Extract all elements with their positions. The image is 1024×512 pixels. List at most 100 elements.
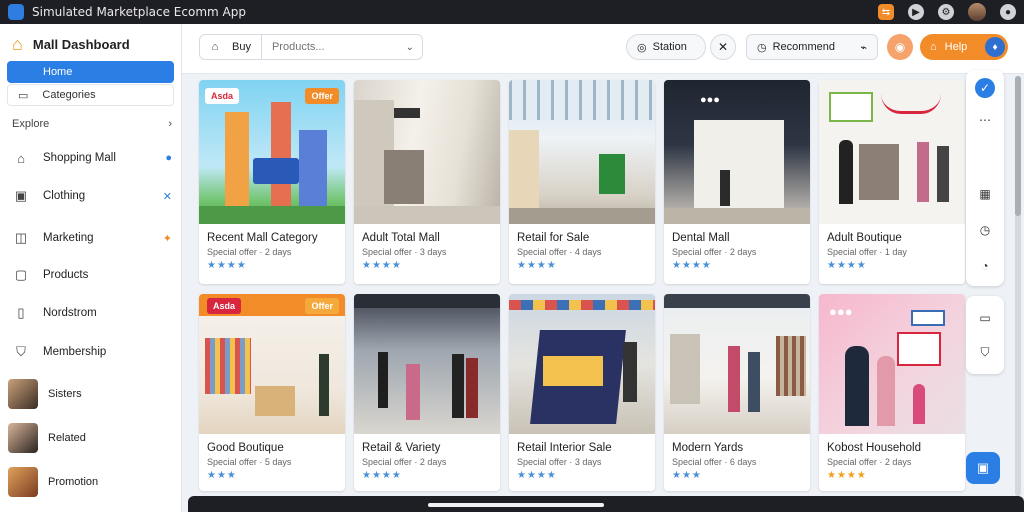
home-indicator[interactable] xyxy=(428,503,604,507)
user-avatar[interactable] xyxy=(968,3,986,21)
avatar xyxy=(8,379,38,409)
timer-icon[interactable]: ◷ xyxy=(975,220,995,240)
sidebar-item-home[interactable]: Home xyxy=(7,61,174,83)
product-card[interactable]: ●●● Dental Mall Special offer · 2 days ★… xyxy=(664,80,810,284)
more-icon[interactable]: ⋯ xyxy=(975,110,995,130)
product-card[interactable]: Adult Total Mall Special offer · 3 days … xyxy=(354,80,500,284)
product-image xyxy=(354,294,500,434)
card-title: Retail for Sale xyxy=(517,232,590,244)
folder-icon: ▭ xyxy=(18,89,29,102)
right-rail: ✓ ⋯ ▦ ◷ ◔ xyxy=(966,70,1004,286)
card-subtitle: Special offer · 2 days xyxy=(207,247,292,257)
rating-stars: ★★★★ xyxy=(672,260,712,271)
notification-icon[interactable]: ⇆ xyxy=(878,4,894,20)
chat-icon[interactable]: ◔ xyxy=(975,256,995,276)
product-card[interactable]: Asda Offer Recent Mall Category Special … xyxy=(199,80,345,284)
search-bar[interactable]: ⌂ Buy ⌄ xyxy=(199,34,423,60)
offer-tag: Offer xyxy=(305,88,339,104)
card-title: Good Boutique xyxy=(207,442,284,454)
cart-button[interactable]: ▣ xyxy=(966,452,1000,484)
sidebar-person-item[interactable]: Related xyxy=(8,422,174,454)
sidebar-item-shopping-mall[interactable]: ⌂ Shopping Mall ● xyxy=(12,146,172,170)
sidebar-item-marketing[interactable]: ◫ Marketing ✦ xyxy=(12,226,172,250)
bottom-bar xyxy=(188,496,1024,512)
sidebar-item-label: Categories xyxy=(42,89,96,101)
search-input[interactable] xyxy=(271,41,402,53)
rating-stars: ★★★★ xyxy=(827,470,867,481)
chevron-down-icon[interactable]: ⌄ xyxy=(406,42,414,53)
card-title: Modern Yards xyxy=(672,442,744,454)
search-scope[interactable]: Buy xyxy=(226,35,262,59)
rating-stars: ★★★★ xyxy=(362,260,402,271)
person-label: Promotion xyxy=(48,476,99,488)
person-label: Sisters xyxy=(48,388,82,400)
sidebar-section-header[interactable]: Explore › xyxy=(12,118,172,130)
scrollbar-thumb[interactable] xyxy=(1015,76,1021,216)
sidebar-person-item[interactable]: Sisters xyxy=(8,378,174,410)
sidebar-person-item[interactable]: Promotion xyxy=(8,466,174,498)
bag-icon: ⌂ xyxy=(930,41,937,53)
top-toolbar: ⌂ Buy ⌄ ◎ Station ✕ ◷ Recommend ⌁ ◉ ⌂ He… xyxy=(182,24,1024,74)
rating-stars: ★★★★ xyxy=(517,470,557,481)
clock-icon: ◷ xyxy=(757,41,767,54)
account-icon[interactable]: ● xyxy=(1000,4,1016,20)
product-card[interactable]: Retail for Sale Special offer · 4 days ★… xyxy=(509,80,655,284)
megaphone-icon: ◫ xyxy=(14,230,28,245)
alert-icon[interactable]: ◉ xyxy=(887,34,913,60)
link-icon: ✕ xyxy=(162,190,172,203)
card-subtitle: Special offer · 3 days xyxy=(362,247,447,257)
star-badge-icon: ✦ xyxy=(162,232,172,245)
product-card[interactable]: Adult Boutique Special offer · 1 day ★★★… xyxy=(819,80,965,284)
tools-icon[interactable]: ✕ xyxy=(710,34,736,60)
brand-tag: Asda xyxy=(207,298,242,314)
product-card[interactable]: Asda Offer Good Boutique Special offer ·… xyxy=(199,294,345,491)
sidebar-item-products[interactable]: ▢ Products xyxy=(12,263,172,287)
card-title: Recent Mall Category xyxy=(207,232,318,244)
brand[interactable]: ⌂ Mall Dashboard xyxy=(12,34,130,55)
product-card[interactable]: Retail & Variety Special offer · 2 days … xyxy=(354,294,500,491)
sidebar-item-label: Products xyxy=(43,269,89,281)
scrollbar[interactable] xyxy=(1015,76,1021,496)
shield-icon: ⛉ xyxy=(16,344,26,359)
card-subtitle: Special offer · 2 days xyxy=(362,457,447,467)
avatar xyxy=(8,423,38,453)
sidebar-item-clothing[interactable]: ▣ Clothing ✕ xyxy=(12,184,172,208)
settings-icon[interactable]: ⚙ xyxy=(938,4,954,20)
title-bar: Simulated Marketplace Ecomm App ⇆ ▶ ⚙ ● xyxy=(0,0,1024,24)
card-subtitle: Special offer · 5 days xyxy=(207,457,292,467)
product-grid: Asda Offer Recent Mall Category Special … xyxy=(199,80,967,492)
card-title: Kobost Household xyxy=(827,442,921,454)
mic-icon[interactable]: ♦ xyxy=(985,37,1005,57)
shirt-icon: ▣ xyxy=(14,188,28,203)
info-icon: ● xyxy=(165,152,172,164)
check-icon[interactable]: ✓ xyxy=(975,78,995,98)
product-card[interactable]: ●●● Kobost Household Special offer · 2 d… xyxy=(819,294,965,491)
window-title: Simulated Marketplace Ecomm App xyxy=(32,5,246,19)
note-icon[interactable]: ▭ xyxy=(975,308,995,328)
sidebar-item-nordstrom[interactable]: ▯ Nordstrom xyxy=(12,301,172,325)
product-image xyxy=(819,80,965,224)
chevron-right-icon: › xyxy=(168,118,172,130)
card-subtitle: Special offer · 6 days xyxy=(672,457,757,467)
calendar-icon[interactable]: ▦ xyxy=(975,184,995,204)
location-icon: ◎ xyxy=(637,41,647,54)
sidebar-item-label: Clothing xyxy=(43,190,86,202)
help-label: Help xyxy=(944,41,968,53)
bookmark-icon[interactable]: ⛉ xyxy=(975,342,995,362)
card-title: Retail Interior Sale xyxy=(517,442,612,454)
product-card[interactable]: Retail Interior Sale Special offer · 3 d… xyxy=(509,294,655,491)
product-card[interactable]: Modern Yards Special offer · 6 days ★★★ xyxy=(664,294,810,491)
rating-stars: ★★★★ xyxy=(362,470,402,481)
sidebar-item-categories[interactable]: ▭ Categories xyxy=(7,84,174,106)
station-button[interactable]: ◎ Station xyxy=(626,34,706,60)
sidebar-item-membership[interactable]: ⛉ Membership xyxy=(12,340,172,364)
play-icon[interactable]: ▶ xyxy=(908,4,924,20)
tag-icon: ▯ xyxy=(17,305,25,320)
product-image xyxy=(664,294,810,434)
sidebar-item-label: Nordstrom xyxy=(43,307,97,319)
recommend-dropdown[interactable]: ◷ Recommend ⌁ xyxy=(746,34,878,60)
station-label: Station xyxy=(652,41,687,53)
rating-stars: ★★★ xyxy=(672,470,702,481)
help-button[interactable]: ⌂ Help ♦ xyxy=(920,34,1008,60)
offer-tag: Offer xyxy=(305,298,339,314)
